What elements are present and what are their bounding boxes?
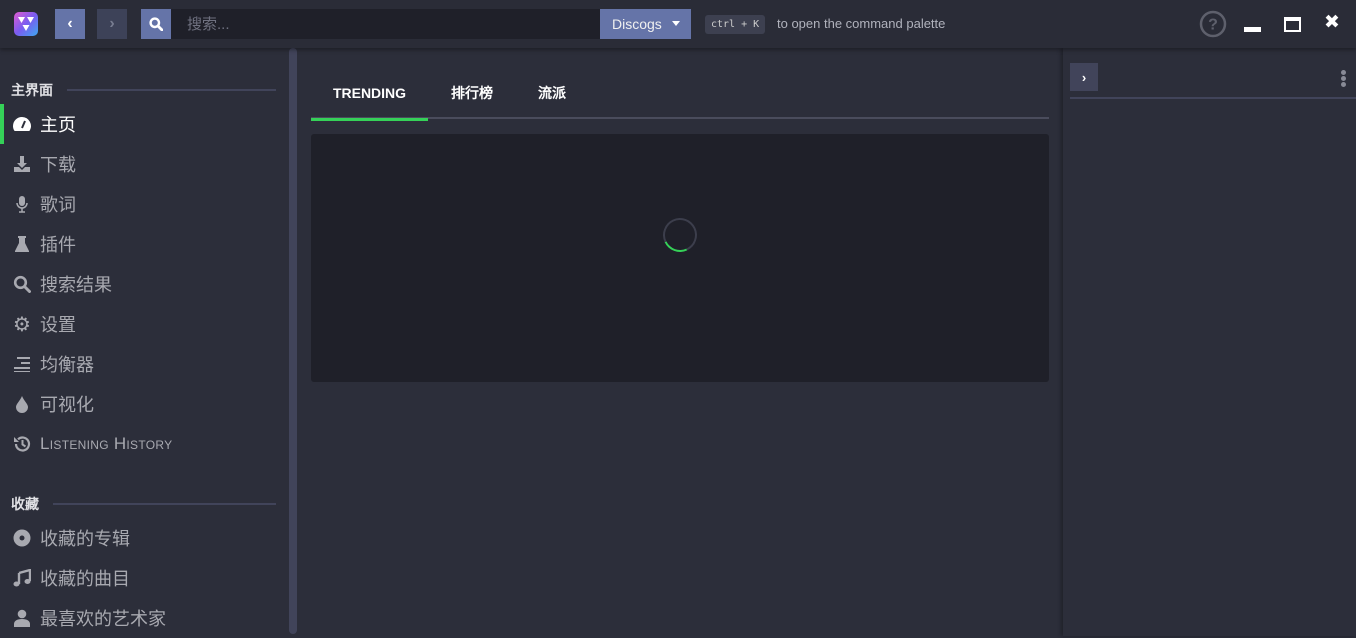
sidebar-item-label: 歌词 xyxy=(40,195,76,215)
search-icon xyxy=(149,17,163,31)
sidebar-scrollbar[interactable] xyxy=(289,48,297,634)
equalizer-icon xyxy=(12,354,32,374)
sidebar-item-label: 主页 xyxy=(40,115,76,135)
app-logo xyxy=(14,12,38,36)
section-main: 主界面 xyxy=(11,80,276,100)
caret-down-icon xyxy=(672,21,680,26)
main-content: TRENDING 排行榜 流派 xyxy=(297,48,1063,636)
sidebar-item-label: 下载 xyxy=(40,155,76,175)
chevron-right-icon: › xyxy=(1081,69,1087,85)
drop-icon xyxy=(12,394,32,414)
divider xyxy=(1070,97,1356,99)
svg-text:?: ? xyxy=(1208,17,1218,34)
back-button[interactable]: ‹ xyxy=(55,9,85,39)
maximize-icon[interactable] xyxy=(1284,17,1301,32)
tab-charts[interactable]: 排行榜 xyxy=(439,78,505,119)
section-title: 收藏 xyxy=(11,496,39,512)
close-icon[interactable]: ✖ xyxy=(1324,11,1340,34)
sidebar-item-favorite-albums[interactable]: 收藏的专辑 xyxy=(0,518,289,558)
sidebar-item-label: 搜索结果 xyxy=(40,275,112,295)
section-title: 主界面 xyxy=(11,82,53,98)
history-icon xyxy=(12,434,32,454)
sidebar-item-favorite-tracks[interactable]: 收藏的曲目 xyxy=(0,558,289,598)
user-icon xyxy=(12,608,32,628)
divider xyxy=(67,89,276,91)
search-input[interactable] xyxy=(171,9,600,39)
divider xyxy=(53,503,276,505)
more-options-icon[interactable] xyxy=(1341,70,1346,88)
sidebar-item-plugins[interactable]: 插件 xyxy=(0,224,289,264)
sidebar-item-favorite-artists[interactable]: 最喜欢的艺术家 xyxy=(0,598,289,638)
chevron-left-icon: ‹ xyxy=(67,15,73,32)
tab-bar: TRENDING 排行榜 流派 xyxy=(311,78,1049,121)
search-button[interactable] xyxy=(141,9,171,39)
help-icon[interactable]: ? xyxy=(1199,10,1227,38)
search-provider-dropdown[interactable]: Discogs xyxy=(600,9,691,39)
microphone-icon xyxy=(12,194,32,214)
sidebar-item-label: 收藏的曲目 xyxy=(40,569,130,589)
header: ‹ › Discogs ctrl + K to open the command… xyxy=(0,0,1356,48)
sidebar-item-listening-history[interactable]: Listening History xyxy=(0,424,289,464)
flask-icon xyxy=(12,234,32,254)
sidebar-item-search-results[interactable]: 搜索结果 xyxy=(0,264,289,304)
sidebar-item-label: 均衡器 xyxy=(40,355,94,375)
gear-icon: ⚙ xyxy=(13,313,31,336)
sidebar-item-visualizer[interactable]: 可视化 xyxy=(0,384,289,424)
sidebar-item-downloads[interactable]: 下载 xyxy=(0,144,289,184)
shortcut-kbd: ctrl + K xyxy=(705,15,766,34)
sidebar-item-lyrics[interactable]: 歌词 xyxy=(0,184,289,224)
sidebar-item-settings[interactable]: ⚙ 设置 xyxy=(0,304,289,344)
sidebar-item-home[interactable]: 主页 xyxy=(0,104,289,144)
sidebar: 主界面 主页 下载 歌词 插件 搜索结果 ⚙ 设置 均衡器 可视化 Listeni… xyxy=(0,48,289,636)
forward-button[interactable]: › xyxy=(97,9,127,39)
dashboard-icon xyxy=(12,114,32,134)
trending-panel xyxy=(311,134,1049,382)
sidebar-item-label: 插件 xyxy=(40,235,76,255)
sidebar-item-label: Listening History xyxy=(40,434,173,453)
loading-spinner xyxy=(658,213,702,257)
chevron-right-icon: › xyxy=(109,15,115,32)
disc-icon xyxy=(12,528,32,548)
search-provider-label: Discogs xyxy=(612,16,662,32)
minimize-icon[interactable] xyxy=(1244,27,1261,32)
shortcut-hint: to open the command palette xyxy=(777,16,946,31)
tab-genres[interactable]: 流派 xyxy=(521,78,583,119)
sidebar-item-equalizer[interactable]: 均衡器 xyxy=(0,344,289,384)
collapse-panel-button[interactable]: › xyxy=(1070,63,1098,91)
sidebar-item-label: 可视化 xyxy=(40,395,94,415)
download-icon xyxy=(12,154,32,174)
music-icon xyxy=(12,568,32,588)
right-panel: › xyxy=(1063,48,1356,636)
search-icon xyxy=(12,274,32,294)
section-favorites: 收藏 xyxy=(11,494,276,514)
sidebar-item-label: 设置 xyxy=(40,315,76,335)
sidebar-item-label: 收藏的专辑 xyxy=(40,529,130,549)
sidebar-item-label: 最喜欢的艺术家 xyxy=(40,609,166,629)
tab-trending[interactable]: TRENDING xyxy=(311,78,428,121)
